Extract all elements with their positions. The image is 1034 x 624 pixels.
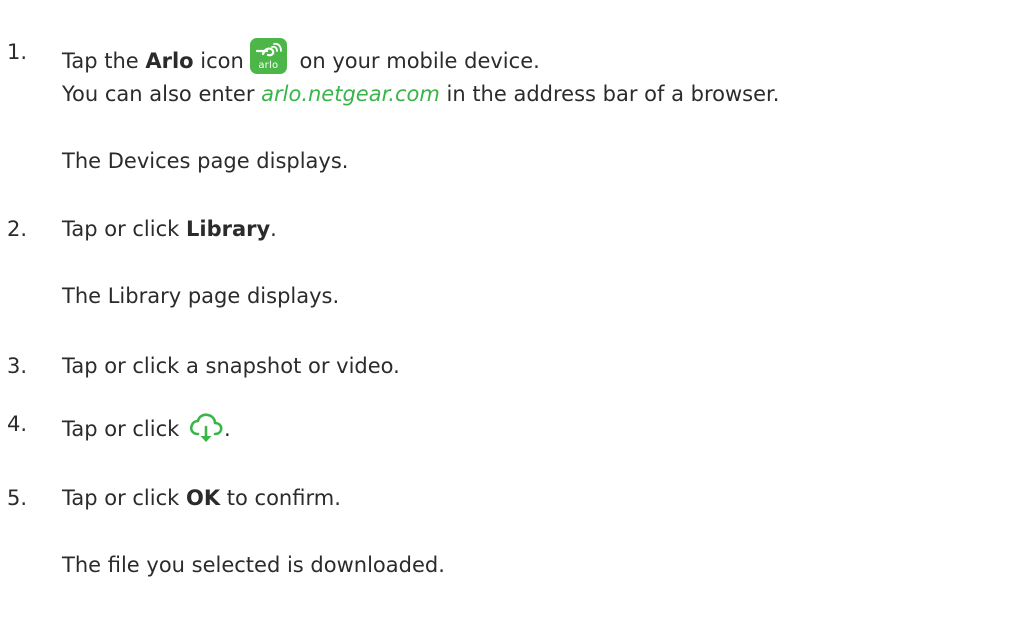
note-text-before: You can also enter [62, 82, 262, 106]
step-text-before: Tap the [62, 49, 146, 73]
step-text: Tap or click OK to confirm. [62, 484, 341, 512]
step-text: Tap or click . [62, 410, 231, 453]
step-1-note-1: You can also enter arlo.netgear.com in t… [62, 80, 779, 108]
step-text: Tap or click Library. [62, 215, 277, 243]
step-5-note-1: The file you selected is downloaded. [62, 551, 445, 579]
step-number: 4. [7, 412, 28, 436]
step-text-after: . [223, 417, 231, 441]
step-number: 1. [7, 40, 28, 64]
step-text-after-icon: on your mobile device. [292, 49, 540, 73]
arlo-app-label: arlo [258, 60, 279, 71]
step-number: 5. [7, 486, 28, 510]
note-text: The file you selected is downloaded. [62, 553, 445, 577]
library-label: Library [185, 217, 271, 241]
step-text: Tap or click a snapshot or video. [62, 354, 400, 378]
step-number: 2. [7, 217, 28, 241]
note-text: The Devices page displays. [62, 149, 349, 173]
step-text-bold: Arlo [145, 49, 194, 73]
step-text-before: Tap or click [62, 417, 186, 441]
step-text-before: Tap or click [62, 486, 186, 510]
step-1-note-2: The Devices page displays. [62, 147, 348, 175]
step-text-after: to confirm. [220, 486, 341, 510]
step-2-note-1: The Library page displays. [62, 282, 339, 310]
step-number: 3. [7, 354, 28, 378]
step-text-before: Tap or click [62, 217, 186, 241]
ok-label: OK [185, 486, 221, 510]
note-text: The Library page displays. [62, 284, 340, 308]
arlo-website-link[interactable]: arlo.netgear.com [261, 82, 440, 106]
cloud-download-icon [188, 410, 224, 453]
step-text-after: . [270, 217, 277, 241]
note-text-after: in the address bar of a browser. [439, 82, 780, 106]
arlo-app-icon: arlo [249, 38, 287, 74]
step-text: Tap the Arlo icon arlo on your mobile de… [62, 38, 540, 75]
step-text-after-bold: icon [193, 49, 244, 73]
